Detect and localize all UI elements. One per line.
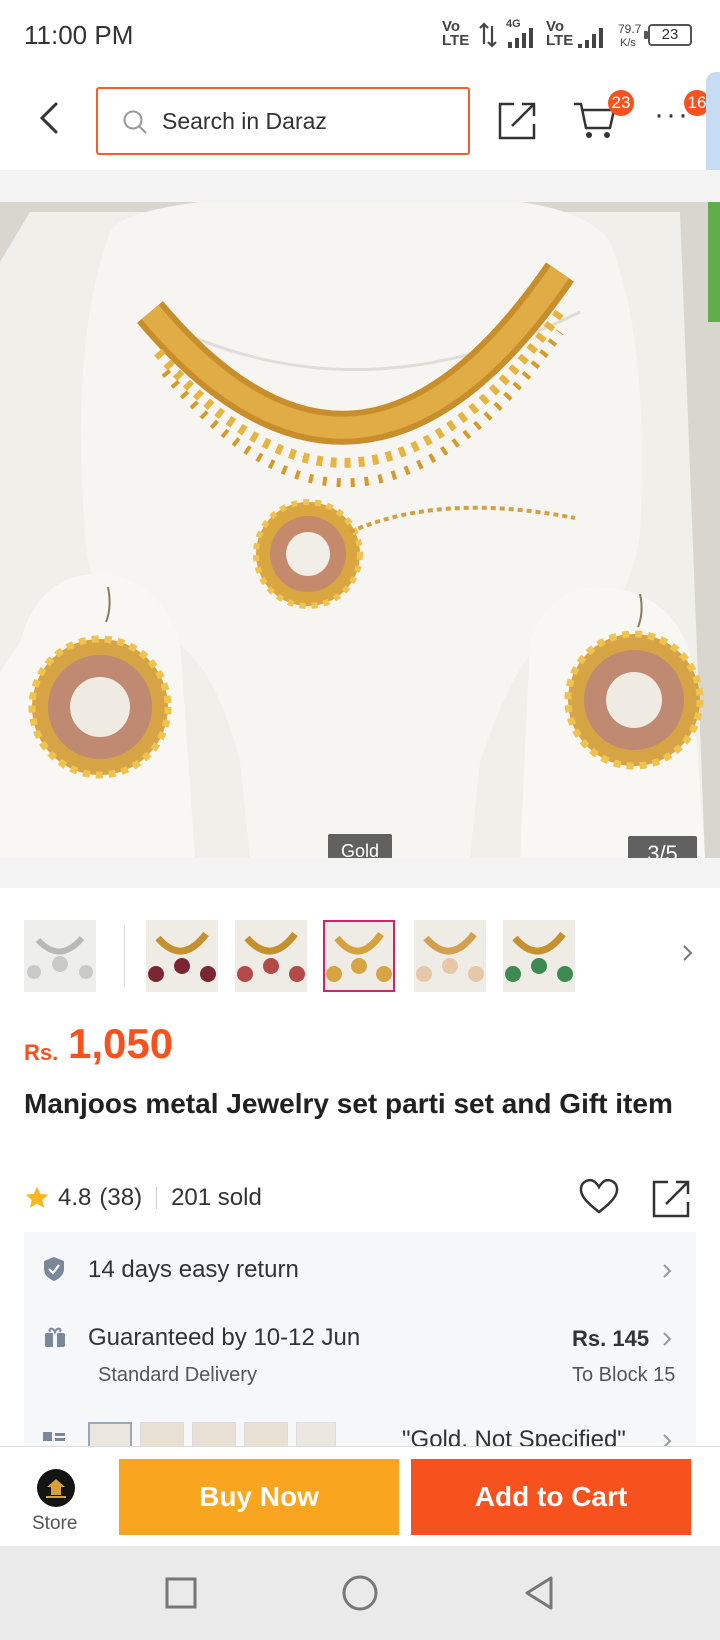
rating-separator (156, 1187, 158, 1209)
back-arrow-icon[interactable] (30, 98, 70, 138)
thumbnail-2[interactable] (146, 920, 218, 992)
data-arrows-icon (479, 22, 497, 48)
star-icon (25, 1186, 49, 1208)
chevron-right-icon[interactable] (660, 1260, 674, 1282)
thumbnail-4-selected[interactable] (323, 920, 395, 992)
bottom-action-bar: Store Buy Now Add to Cart (0, 1446, 720, 1546)
jewelry-set-image (0, 202, 720, 858)
thumbnail-3[interactable] (235, 920, 307, 992)
share-icon[interactable] (496, 98, 540, 142)
cart-count-badge: 23 (608, 90, 634, 116)
product-title: Manjoos metal Jewelry set parti set and … (24, 1088, 673, 1119)
thumbnail-1[interactable] (24, 920, 96, 992)
delivery-location: To Block 15 (572, 1364, 676, 1386)
add-to-cart-button[interactable]: Add to Cart (411, 1459, 691, 1535)
delivery-date-text[interactable]: Guaranteed by 10-12 Jun (88, 1324, 360, 1352)
rating-row[interactable]: 4.8 (38) 201 sold (24, 1180, 262, 1216)
home-icon[interactable] (341, 1574, 379, 1612)
buy-now-button[interactable]: Buy Now (119, 1459, 399, 1535)
gift-box-icon (45, 1327, 65, 1347)
signal-bars-2-icon (578, 28, 603, 48)
price-value: 1,050 (68, 1020, 174, 1067)
thumbnail-6[interactable] (503, 920, 575, 992)
top-header: Search in Daraz 23 ··· 16 (0, 70, 720, 170)
network-volte-1: Vo LTE (442, 18, 470, 49)
status-bar: 11:00 PM Vo LTE 4G Vo LTE 79.7 K/s 23 (0, 0, 720, 70)
product-image[interactable] (0, 202, 720, 858)
search-bar[interactable]: Search in Daraz (96, 87, 470, 155)
net-speed-unit: K/s (620, 37, 636, 49)
recent-apps-icon[interactable] (164, 1576, 198, 1610)
rating-score: 4.8 (58, 1184, 92, 1211)
price-currency: Rs. (24, 1040, 59, 1065)
network-volte-2: Vo LTE (546, 18, 574, 49)
share-product-icon[interactable] (650, 1176, 694, 1220)
search-placeholder: Search in Daraz (162, 108, 327, 134)
shield-check-icon (44, 1257, 64, 1281)
delivery-method: Standard Delivery (98, 1364, 257, 1386)
store-logo-icon[interactable] (37, 1469, 75, 1507)
status-time: 11:00 PM (24, 20, 134, 50)
system-nav-bar (0, 1546, 720, 1640)
signal-bars-icon (508, 28, 533, 48)
return-policy-text[interactable]: 14 days easy return (88, 1256, 299, 1284)
chevron-right-icon[interactable] (678, 938, 698, 968)
back-triangle-icon[interactable] (522, 1574, 556, 1612)
rating-count: (38) (99, 1184, 143, 1211)
thumbnail-divider (124, 926, 125, 986)
battery-icon: 23 (644, 24, 692, 46)
spacer (0, 858, 720, 888)
chevron-right-icon[interactable] (660, 1328, 674, 1350)
service-panel: 14 days easy return Guaranteed by 10-12 … (24, 1232, 696, 1453)
search-icon (123, 110, 147, 134)
store-label[interactable]: Store (32, 1513, 77, 1535)
wishlist-heart-icon[interactable] (578, 1176, 620, 1216)
net-speed-value: 79.7 (618, 22, 642, 36)
sold-count: 201 sold (171, 1184, 262, 1211)
delivery-fee: Rs. 145 (572, 1326, 650, 1351)
spacer (0, 170, 720, 202)
thumbnail-strip (0, 918, 720, 998)
thumbnail-5[interactable] (414, 920, 486, 992)
